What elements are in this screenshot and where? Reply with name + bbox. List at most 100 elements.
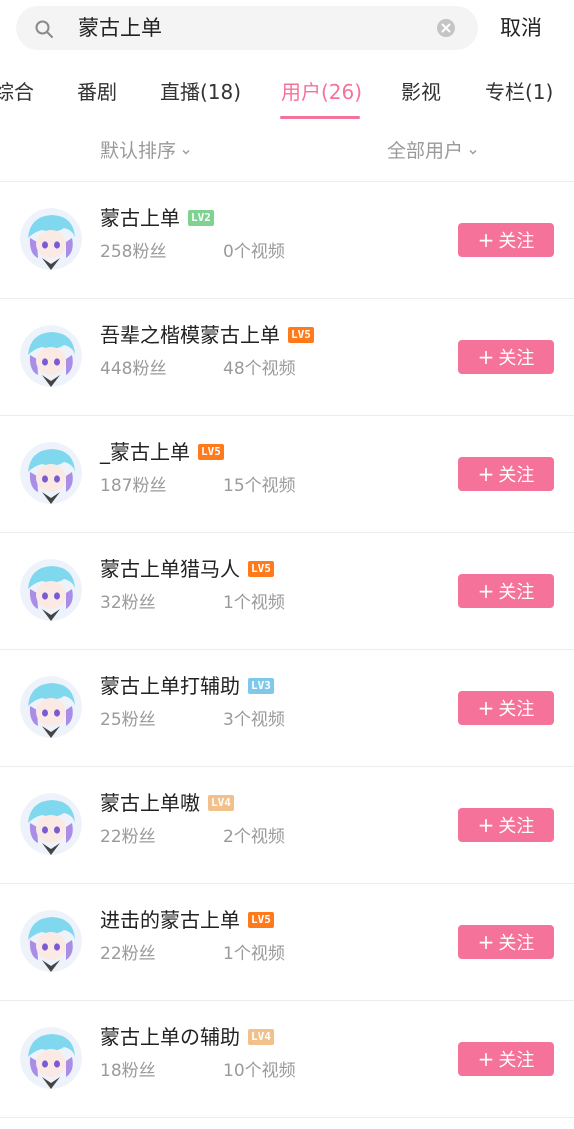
user-name-text: 蒙古上单打辅助 bbox=[100, 674, 240, 698]
level-badge: LV4 bbox=[248, 1029, 274, 1045]
follow-button[interactable]: + 关注 bbox=[458, 457, 554, 491]
user-name[interactable]: 蒙古上单の辅助 LV4 bbox=[100, 1023, 274, 1051]
avatar[interactable] bbox=[20, 559, 82, 621]
plus-icon: + bbox=[477, 345, 495, 369]
video-count: 2个视频 bbox=[223, 827, 285, 847]
fans-count: 18粉丝 bbox=[100, 1061, 156, 1081]
fans-count: 22粉丝 bbox=[100, 827, 156, 847]
user-name-text: _蒙古上单 bbox=[100, 440, 190, 464]
follow-button[interactable]: + 关注 bbox=[458, 223, 554, 257]
sort-order-label: 默认排序 bbox=[100, 140, 177, 162]
user-stats: 22粉丝 1个视频 bbox=[100, 942, 285, 966]
user-stats: 32粉丝 1个视频 bbox=[100, 591, 285, 615]
active-tab-indicator bbox=[280, 116, 360, 119]
result-tabs: 综合 番剧 直播(18) 用户(26) 影视 专栏(1) bbox=[0, 70, 574, 120]
user-name[interactable]: 蒙古上单嗷 LV4 bbox=[100, 789, 234, 817]
video-count: 10个视频 bbox=[223, 1061, 296, 1081]
follow-label: 关注 bbox=[498, 699, 535, 720]
tab-live[interactable]: 直播(18) bbox=[160, 78, 241, 106]
plus-icon: + bbox=[477, 930, 495, 954]
user-row[interactable]: 蒙古上单嗷 LV4 22粉丝 2个视频 + 关注 bbox=[0, 767, 574, 884]
chevron-down-icon bbox=[469, 149, 477, 154]
avatar[interactable] bbox=[20, 793, 82, 855]
user-row[interactable]: 吾辈之楷模蒙古上单 LV5 448粉丝 48个视频 + 关注 bbox=[0, 299, 574, 416]
chevron-down-icon bbox=[182, 149, 190, 154]
fans-count: 258粉丝 bbox=[100, 242, 167, 262]
search-input[interactable]: 蒙古上单 bbox=[78, 13, 162, 43]
follow-label: 关注 bbox=[498, 582, 535, 603]
user-name[interactable]: 吾辈之楷模蒙古上单 LV5 bbox=[100, 321, 314, 349]
user-list: 蒙古上单 LV2 258粉丝 0个视频 + 关注 吾辈之楷模蒙古上单 LV5 448粉丝… bbox=[0, 182, 574, 1118]
search-icon bbox=[35, 20, 53, 38]
avatar[interactable] bbox=[20, 208, 82, 270]
fans-count: 187粉丝 bbox=[100, 476, 167, 496]
user-row[interactable]: 蒙古上单打辅助 LV3 25粉丝 3个视频 + 关注 bbox=[0, 650, 574, 767]
level-badge: LV5 bbox=[248, 912, 274, 928]
user-name-text: 蒙古上单嗷 bbox=[100, 791, 200, 815]
cancel-button[interactable]: 取消 bbox=[500, 13, 542, 43]
level-badge: LV5 bbox=[288, 327, 314, 343]
avatar[interactable] bbox=[20, 910, 82, 972]
plus-icon: + bbox=[477, 696, 495, 720]
avatar[interactable] bbox=[20, 325, 82, 387]
user-name-text: 蒙古上单の辅助 bbox=[100, 1025, 240, 1049]
avatar[interactable] bbox=[20, 676, 82, 738]
plus-icon: + bbox=[477, 462, 495, 486]
user-name-text: 蒙古上单 bbox=[100, 206, 180, 230]
video-count: 0个视频 bbox=[223, 242, 285, 262]
user-name[interactable]: 蒙古上单猎马人 LV5 bbox=[100, 555, 274, 583]
user-stats: 448粉丝 48个视频 bbox=[100, 357, 296, 381]
user-stats: 18粉丝 10个视频 bbox=[100, 1059, 296, 1083]
user-name[interactable]: 蒙古上单打辅助 LV3 bbox=[100, 672, 274, 700]
user-row[interactable]: 蒙古上单 LV2 258粉丝 0个视频 + 关注 bbox=[0, 182, 574, 299]
tab-column[interactable]: 专栏(1) bbox=[485, 78, 553, 106]
level-badge: LV5 bbox=[248, 561, 274, 577]
user-name-text: 蒙古上单猎马人 bbox=[100, 557, 240, 581]
user-row[interactable]: _蒙古上单 LV5 187粉丝 15个视频 + 关注 bbox=[0, 416, 574, 533]
avatar[interactable] bbox=[20, 1027, 82, 1089]
plus-icon: + bbox=[477, 813, 495, 837]
user-name[interactable]: 进击的蒙古上单 LV5 bbox=[100, 906, 274, 934]
user-name-text: 吾辈之楷模蒙古上单 bbox=[100, 323, 280, 347]
follow-label: 关注 bbox=[498, 933, 535, 954]
level-badge: LV3 bbox=[248, 678, 274, 694]
avatar[interactable] bbox=[20, 442, 82, 504]
follow-label: 关注 bbox=[498, 231, 535, 252]
user-stats: 258粉丝 0个视频 bbox=[100, 240, 285, 264]
level-badge: LV2 bbox=[188, 210, 214, 226]
video-count: 15个视频 bbox=[223, 476, 296, 496]
follow-button[interactable]: + 关注 bbox=[458, 574, 554, 608]
clear-icon[interactable] bbox=[436, 18, 456, 38]
follow-label: 关注 bbox=[498, 348, 535, 369]
follow-button[interactable]: + 关注 bbox=[458, 340, 554, 374]
sort-order-dropdown[interactable]: 默认排序 bbox=[100, 137, 192, 165]
video-count: 3个视频 bbox=[223, 710, 285, 730]
fans-count: 448粉丝 bbox=[100, 359, 167, 379]
user-stats: 25粉丝 3个视频 bbox=[100, 708, 285, 732]
follow-label: 关注 bbox=[498, 465, 535, 486]
follow-button[interactable]: + 关注 bbox=[458, 808, 554, 842]
level-badge: LV4 bbox=[208, 795, 234, 811]
user-filter-dropdown[interactable]: 全部用户 bbox=[387, 137, 479, 165]
fans-count: 22粉丝 bbox=[100, 944, 156, 964]
follow-button[interactable]: + 关注 bbox=[458, 925, 554, 959]
follow-label: 关注 bbox=[498, 1050, 535, 1071]
user-row[interactable]: 蒙古上单猎马人 LV5 32粉丝 1个视频 + 关注 bbox=[0, 533, 574, 650]
follow-button[interactable]: + 关注 bbox=[458, 691, 554, 725]
user-name-text: 进击的蒙古上单 bbox=[100, 908, 240, 932]
user-name[interactable]: 蒙古上单 LV2 bbox=[100, 204, 214, 232]
fans-count: 32粉丝 bbox=[100, 593, 156, 613]
user-row[interactable]: 蒙古上单の辅助 LV4 18粉丝 10个视频 + 关注 bbox=[0, 1001, 574, 1118]
tab-film[interactable]: 影视 bbox=[401, 78, 441, 106]
tab-users[interactable]: 用户(26) bbox=[281, 78, 362, 106]
user-row[interactable]: 进击的蒙古上单 LV5 22粉丝 1个视频 + 关注 bbox=[0, 884, 574, 1001]
user-stats: 187粉丝 15个视频 bbox=[100, 474, 296, 498]
tab-overall[interactable]: 综合 bbox=[0, 78, 34, 106]
follow-label: 关注 bbox=[498, 816, 535, 837]
user-name[interactable]: _蒙古上单 LV5 bbox=[100, 438, 224, 466]
video-count: 48个视频 bbox=[223, 359, 296, 379]
user-filter-label: 全部用户 bbox=[387, 140, 464, 162]
fans-count: 25粉丝 bbox=[100, 710, 156, 730]
tab-bangumi[interactable]: 番剧 bbox=[77, 78, 117, 106]
follow-button[interactable]: + 关注 bbox=[458, 1042, 554, 1076]
